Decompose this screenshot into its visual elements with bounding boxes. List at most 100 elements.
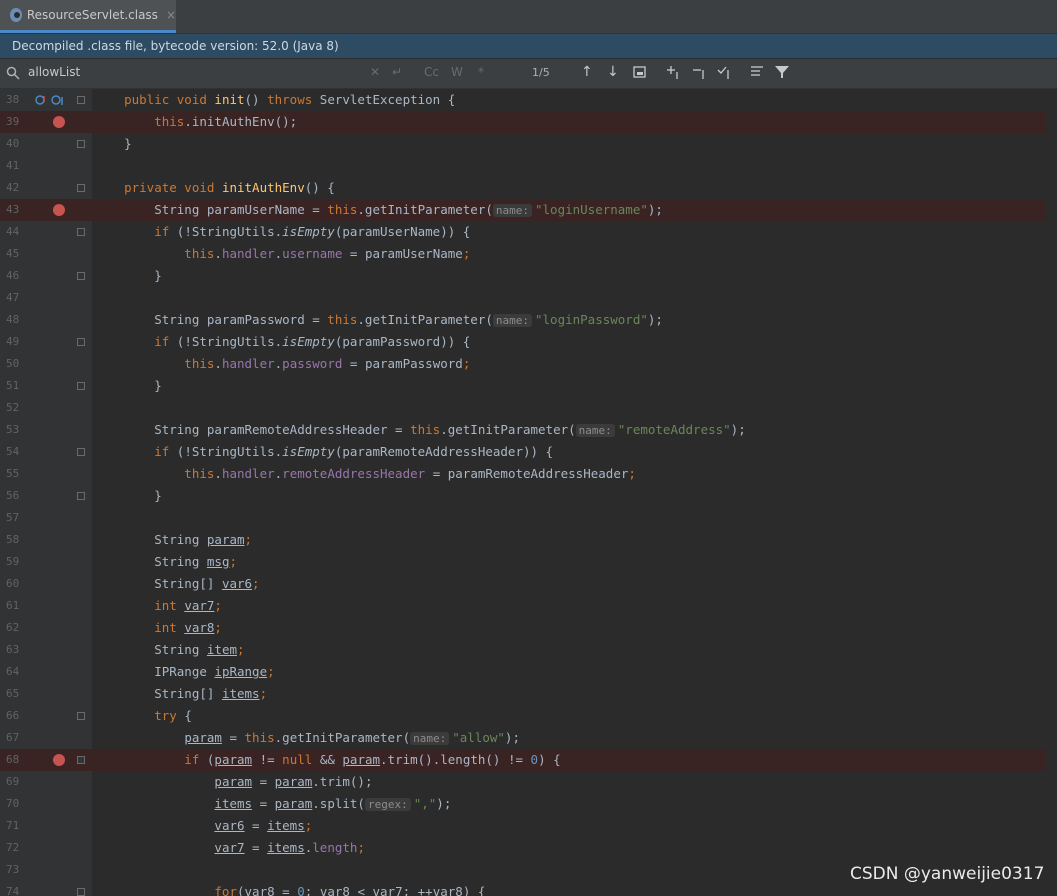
code-text: String paramUserName = this.getInitParam… [94, 202, 663, 217]
close-icon[interactable]: × [166, 8, 176, 22]
code-text: items = param.split(regex: ","); [214, 796, 452, 811]
clear-search-icon[interactable]: ✕ [370, 65, 380, 79]
words-button[interactable]: W [451, 65, 463, 79]
code-text: if (!StringUtils.isEmpty(paramUserName))… [94, 224, 471, 239]
code-text: int var7; [94, 598, 222, 613]
line-number[interactable]: 66 [6, 705, 28, 727]
line-number[interactable]: 41 [6, 155, 28, 177]
code-text: String paramPassword = this.getInitParam… [94, 312, 663, 327]
line-number[interactable]: 62 [6, 617, 28, 639]
code-line: 51 } [0, 375, 1057, 397]
vertical-scrollbar[interactable] [1046, 89, 1057, 896]
remove-selection-icon[interactable] [692, 64, 708, 80]
fold-marker-icon[interactable] [77, 756, 85, 764]
code-line: 39 this.initAuthEnv(); [0, 111, 1057, 133]
line-number[interactable]: 52 [6, 397, 28, 419]
code-line: 48 String paramPassword = this.getInitPa… [0, 309, 1057, 331]
code-text: String paramRemoteAddressHeader = this.g… [94, 422, 746, 437]
code-text: String[] items; [94, 686, 268, 701]
line-number[interactable]: 60 [6, 573, 28, 595]
line-number[interactable]: 55 [6, 463, 28, 485]
match-count: 1/5 [532, 66, 550, 79]
code-line: 43 String paramUserName = this.getInitPa… [0, 199, 1057, 221]
add-selection-icon[interactable] [666, 64, 682, 80]
fold-marker-icon[interactable] [77, 338, 85, 346]
line-number[interactable]: 50 [6, 353, 28, 375]
line-number[interactable]: 47 [6, 287, 28, 309]
code-text: param = this.getInitParameter(name: "allo… [184, 730, 520, 745]
code-text: var7 = items.length; [214, 840, 365, 855]
line-number[interactable]: 46 [6, 265, 28, 287]
fold-marker-icon[interactable] [77, 184, 85, 192]
code-line: 66 try { [0, 705, 1057, 727]
line-number[interactable]: 69 [6, 771, 28, 793]
code-text: param = param.trim(); [214, 774, 373, 789]
line-number[interactable]: 57 [6, 507, 28, 529]
line-number[interactable]: 70 [6, 793, 28, 815]
match-case-button[interactable]: Cc [424, 65, 439, 79]
line-number[interactable]: 63 [6, 639, 28, 661]
code-line: 49 if (!StringUtils.isEmpty(paramPasswor… [0, 331, 1057, 353]
line-number[interactable]: 44 [6, 221, 28, 243]
line-number[interactable]: 42 [6, 177, 28, 199]
code-line: 64 IPRange ipRange; [0, 661, 1057, 683]
line-number[interactable]: 38 [6, 89, 28, 111]
next-occurrence-icon[interactable]: ↓ [607, 64, 619, 80]
fold-marker-icon[interactable] [77, 382, 85, 390]
code-editor[interactable]: 38 public void init() throws ServletExce… [0, 89, 1057, 896]
fold-marker-icon[interactable] [77, 228, 85, 236]
line-number[interactable]: 73 [6, 859, 28, 881]
filter-icon[interactable] [774, 64, 790, 80]
line-number[interactable]: 45 [6, 243, 28, 265]
search-input[interactable]: allowList [28, 65, 80, 79]
fold-marker-icon[interactable] [77, 712, 85, 720]
select-all-matches-icon[interactable] [717, 64, 733, 80]
code-line: 55 this.handler.remoteAddressHeader = pa… [0, 463, 1057, 485]
line-number[interactable]: 49 [6, 331, 28, 353]
line-number[interactable]: 53 [6, 419, 28, 441]
regex-button[interactable]: * [478, 65, 484, 79]
line-number[interactable]: 54 [6, 441, 28, 463]
code-line: 70 items = param.split(regex: ","); [0, 793, 1057, 815]
line-number[interactable]: 64 [6, 661, 28, 683]
fold-marker-icon[interactable] [77, 888, 85, 896]
fold-marker-icon[interactable] [77, 140, 85, 148]
line-number[interactable]: 51 [6, 375, 28, 397]
code-line: 53 String paramRemoteAddressHeader = thi… [0, 419, 1057, 441]
previous-occurrence-icon[interactable]: ↑ [581, 64, 593, 80]
line-number[interactable]: 58 [6, 529, 28, 551]
line-number[interactable]: 65 [6, 683, 28, 705]
line-number[interactable]: 68 [6, 749, 28, 771]
line-number[interactable]: 72 [6, 837, 28, 859]
line-number[interactable]: 67 [6, 727, 28, 749]
line-number[interactable]: 74 [6, 881, 28, 896]
tab-resourceservlet[interactable]: ResourceServlet.class × [0, 0, 176, 33]
new-line-icon[interactable]: ↵ [392, 65, 402, 79]
fold-marker-icon[interactable] [77, 492, 85, 500]
select-all-occurrences-icon[interactable] [632, 64, 648, 80]
search-icon[interactable] [6, 66, 20, 80]
code-line: 59 String msg; [0, 551, 1057, 573]
line-number[interactable]: 39 [6, 111, 28, 133]
code-line: 42 private void initAuthEnv() { [0, 177, 1057, 199]
line-number[interactable]: 48 [6, 309, 28, 331]
line-number[interactable]: 56 [6, 485, 28, 507]
code-text: IPRange ipRange; [94, 664, 275, 679]
breakpoint-icon[interactable] [53, 204, 65, 216]
fold-marker-icon[interactable] [77, 272, 85, 280]
line-number[interactable]: 71 [6, 815, 28, 837]
line-number[interactable]: 59 [6, 551, 28, 573]
breakpoint-icon[interactable] [53, 754, 65, 766]
line-number[interactable]: 43 [6, 199, 28, 221]
line-number[interactable]: 61 [6, 595, 28, 617]
override-implements-icon[interactable] [34, 94, 70, 106]
fold-marker-icon[interactable] [77, 448, 85, 456]
line-number[interactable]: 40 [6, 133, 28, 155]
code-text: if (!StringUtils.isEmpty(paramPassword))… [94, 334, 471, 349]
filter-settings-icon[interactable] [750, 64, 766, 80]
breakpoint-icon[interactable] [53, 116, 65, 128]
code-line: 46 } [0, 265, 1057, 287]
fold-marker-icon[interactable] [77, 96, 85, 104]
code-text: for(var8 = 0; var8 < var7; ++var8) { [94, 884, 486, 896]
code-text: this.handler.remoteAddressHeader = param… [94, 466, 636, 481]
